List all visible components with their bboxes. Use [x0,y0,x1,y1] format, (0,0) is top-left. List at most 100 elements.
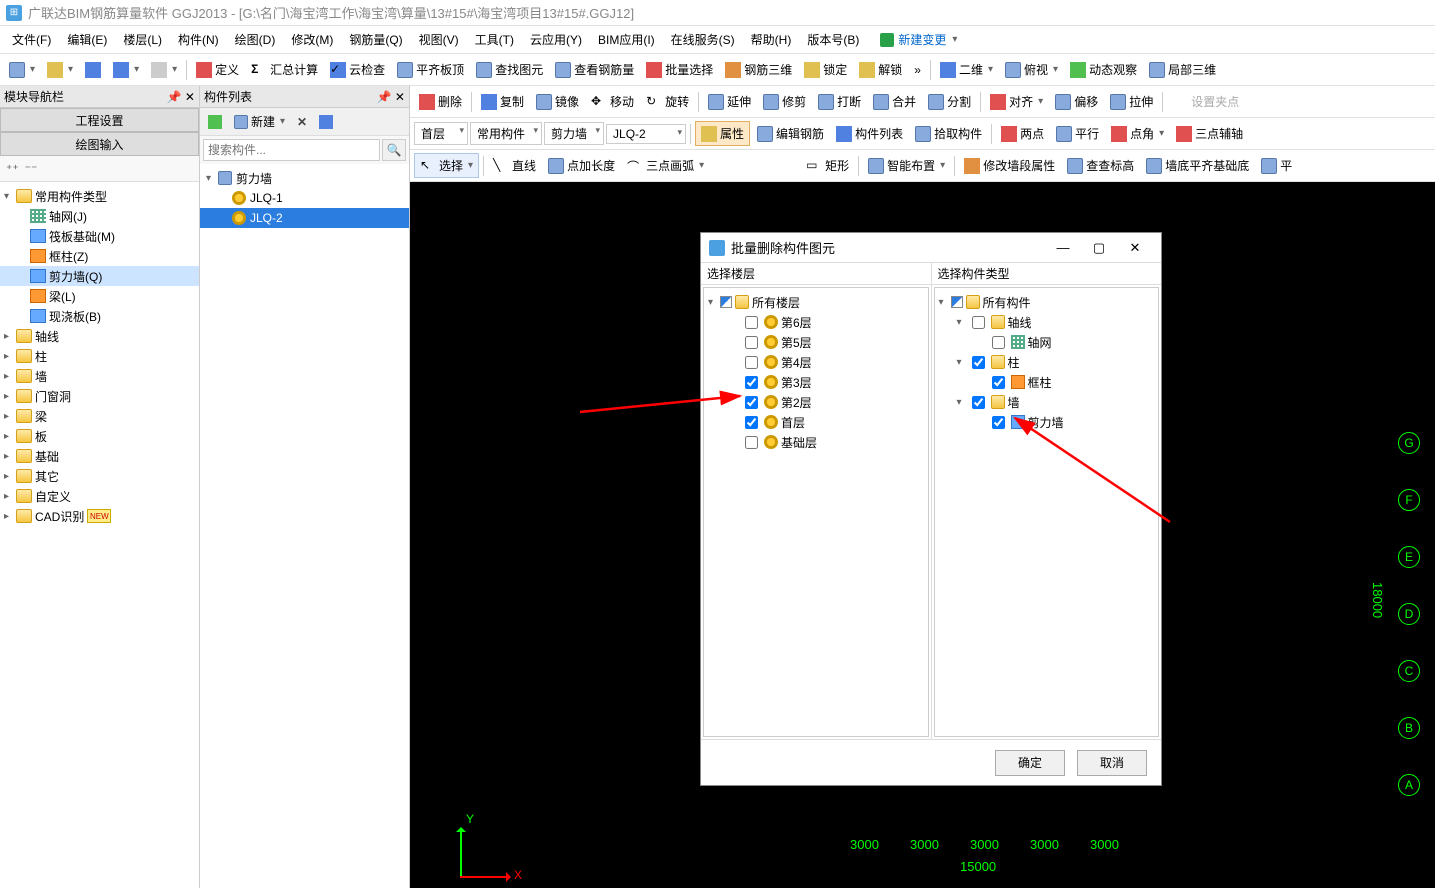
checkbox[interactable] [992,416,1005,429]
search-input[interactable] [203,139,380,161]
menu-bim[interactable]: BIM应用(I) [590,27,663,52]
parallel-button[interactable]: 平行 [1051,122,1104,145]
refresh-button[interactable] [204,113,226,131]
break-button[interactable]: 打断 [813,90,866,113]
tab-project-settings[interactable]: 工程设置 [0,108,199,132]
cancel-button[interactable]: 取消 [1077,750,1147,776]
delete-comp-button[interactable]: ✕ [293,113,311,131]
attrs-button[interactable]: 属性 [695,121,750,146]
minimize-button[interactable]: — [1045,236,1081,260]
arc3-button[interactable]: ⌒三点画弧▾ [622,154,799,177]
checkbox[interactable] [992,376,1005,389]
define-button[interactable]: 定义 [191,58,244,81]
floor-4[interactable]: 第4层 [708,352,924,372]
view-2d-button[interactable]: 二维▾ [935,58,998,81]
open-button[interactable]: ▾ [42,59,78,81]
comp-jlq-1[interactable]: JLQ-1 [200,188,409,208]
dynamic-obs-button[interactable]: 动态观察 [1065,58,1142,81]
checkbox-tristate[interactable] [720,296,732,308]
local-3d-button[interactable]: 局部三维 [1144,58,1221,81]
dialog-titlebar[interactable]: 批量删除构件图元 — ▢ ✕ [701,233,1161,263]
check-elev-button[interactable]: 查查标高 [1062,154,1139,177]
pt-len-button[interactable]: 点加长度 [543,154,620,177]
menu-tool[interactable]: 工具(T) [467,27,522,52]
two-point-button[interactable]: 两点 [996,122,1049,145]
edit-rebar-button[interactable]: 编辑钢筋 [752,122,829,145]
comp-jlq-2[interactable]: JLQ-2 [200,208,409,228]
comp-axisgrid[interactable]: 轴网 [939,332,1155,352]
pin-icon[interactable]: 📌 ✕ [167,90,195,104]
floor-5[interactable]: 第5层 [708,332,924,352]
save-button[interactable] [80,59,106,81]
tree-axisline[interactable]: ▸轴线 [0,326,199,346]
stretch-button[interactable]: 拉伸 [1105,90,1158,113]
menu-version[interactable]: 版本号(B) [799,27,867,52]
tree-shear-wall[interactable]: 剪力墙(Q) [0,266,199,286]
comp-all[interactable]: ▾所有构件 [939,292,1155,312]
tree-door-window[interactable]: ▸门窗洞 [0,386,199,406]
unlock-button[interactable]: 解锁 [854,58,907,81]
comp-axisline[interactable]: ▾轴线 [939,312,1155,332]
checkbox[interactable] [745,316,758,329]
tree-foundation[interactable]: ▸基础 [0,446,199,466]
lock-button[interactable]: 锁定 [799,58,852,81]
extend-button[interactable]: 延伸 [703,90,756,113]
ok-button[interactable]: 确定 [995,750,1065,776]
drawing-canvas[interactable]: G F E D C B A 18000 3000 3000 3000 3000 … [410,182,1435,888]
comp-shearwall[interactable]: 剪力墙 [939,412,1155,432]
checkbox[interactable] [745,356,758,369]
view-rebar-button[interactable]: 查看钢筋量 [550,58,639,81]
checkbox-tristate[interactable] [951,296,963,308]
mirror-button[interactable]: 镜像 [531,90,584,113]
checkbox[interactable] [972,316,985,329]
pick-comp-button[interactable]: 拾取构件 [910,122,987,145]
comp-wall[interactable]: ▾墙 [939,392,1155,412]
checkbox[interactable] [745,396,758,409]
three-pt-axis-button[interactable]: 三点辅轴 [1171,122,1248,145]
smart-layout-button[interactable]: 智能布置▾ [863,154,950,177]
tree-custom[interactable]: ▸自定义 [0,486,199,506]
move-button[interactable]: ✥移动 [586,90,639,113]
close-button[interactable]: ✕ [1117,236,1153,260]
type-dropdown[interactable]: 剪力墙 [544,122,604,145]
comp-root-shearwall[interactable]: ▾剪力墙 [200,168,409,188]
checkbox[interactable] [992,336,1005,349]
menu-online[interactable]: 在线服务(S) [663,27,743,52]
cloud-check-button[interactable]: ✓云检查 [325,58,390,81]
rect-button[interactable]: ▭矩形 [801,154,854,177]
checkbox[interactable] [745,336,758,349]
comp-framecol[interactable]: 框柱 [939,372,1155,392]
checkbox[interactable] [745,436,758,449]
edit-wall-attr-button[interactable]: 修改墙段属性 [959,154,1060,177]
tree-slab-cat[interactable]: ▸板 [0,426,199,446]
menu-draw[interactable]: 绘图(D) [227,27,284,52]
tree-wall[interactable]: ▸墙 [0,366,199,386]
offset-button[interactable]: 偏移 [1050,90,1103,113]
menu-component[interactable]: 构件(N) [170,27,227,52]
floor-3[interactable]: 第3层 [708,372,924,392]
flat-top-button[interactable]: 平齐板顶 [392,58,469,81]
floor-dropdown[interactable]: 首层 [414,122,468,145]
search-button[interactable]: 🔍 [382,139,406,161]
menu-cloud[interactable]: 云应用(Y) [522,27,590,52]
set-grip-button[interactable]: 设置夹点 [1167,90,1244,113]
copy-button[interactable]: 复制 [476,90,529,113]
sum-calc-button[interactable]: Σ汇总计算 [246,58,323,81]
tree-beam-cat[interactable]: ▸梁 [0,406,199,426]
tree-cast-slab[interactable]: 现浇板(B) [0,306,199,326]
rebar-3d-button[interactable]: 钢筋三维 [720,58,797,81]
menu-floor[interactable]: 楼层(L) [115,27,170,52]
menu-view[interactable]: 视图(V) [411,27,467,52]
align-button[interactable]: 对齐▾ [985,90,1048,113]
floor-basement[interactable]: 基础层 [708,432,924,452]
line-button[interactable]: ╲直线 [488,154,541,177]
comp-list-button[interactable]: 构件列表 [831,122,908,145]
wall-base-flush-button[interactable]: 墙底平齐基础底 [1141,154,1254,177]
category-dropdown[interactable]: 常用构件 [470,122,542,145]
rotate-button[interactable]: ↻旋转 [641,90,694,113]
checkbox[interactable] [745,376,758,389]
pin-icon[interactable]: 📌 ✕ [377,90,405,104]
tree-other[interactable]: ▸其它 [0,466,199,486]
new-component-button[interactable]: 新建▾ [230,111,289,132]
split-button[interactable]: 分割 [923,90,976,113]
